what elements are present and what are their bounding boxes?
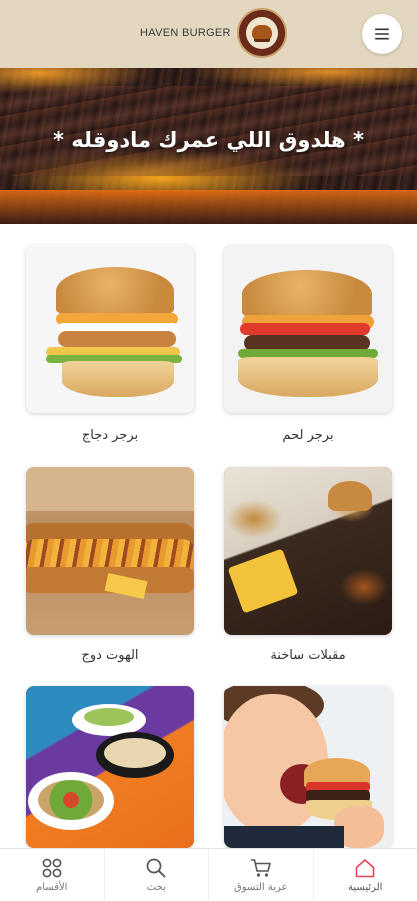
category-label-hot-appetizers[interactable]: مقبلات ساخنة xyxy=(224,648,392,663)
category-card-hot-appetizers[interactable] xyxy=(224,467,392,635)
home-icon xyxy=(354,857,376,879)
beef-burger-photo xyxy=(224,245,392,413)
tab-home[interactable]: الرئيسية xyxy=(314,849,417,901)
salads-photo xyxy=(26,686,194,848)
kid-eating-burger-photo xyxy=(224,686,392,848)
brand-name: HAVEN BURGER xyxy=(140,27,231,39)
category-grid: برجر لحم برجر دجاج مقبلات ساخنة الهو xyxy=(0,224,417,848)
chicken-burger-photo xyxy=(26,245,194,413)
search-icon xyxy=(145,857,167,879)
tab-search-label: بحث xyxy=(147,882,166,893)
tab-cart[interactable]: عربة التسوق xyxy=(209,849,314,901)
bottom-tab-bar: الأقسام بحث عربة التسوق الرئيسية xyxy=(0,848,417,900)
tab-cart-label: عربة التسوق xyxy=(234,882,288,893)
category-card-hot-dog[interactable] xyxy=(26,467,194,635)
brand[interactable]: HAVEN BURGER xyxy=(140,8,287,58)
app-header: HAVEN BURGER xyxy=(0,0,417,68)
category-card-salads[interactable] xyxy=(26,686,194,848)
haven-burger-logo xyxy=(237,8,287,58)
categories-grid-icon xyxy=(41,857,63,879)
tab-categories-label: الأقسام xyxy=(36,882,67,893)
hamburger-menu-icon xyxy=(373,25,391,43)
hero-banner: * هلدوق اللي عمرك مادوقله * xyxy=(0,68,417,224)
hero-title: * هلدوق اللي عمرك مادوقله * xyxy=(0,128,417,152)
category-label-hot-dog[interactable]: الهوت دوج xyxy=(26,648,194,663)
hot-dog-photo xyxy=(26,467,194,635)
tab-home-label: الرئيسية xyxy=(348,882,382,893)
category-label-chicken-burger[interactable]: برجر دجاج xyxy=(26,428,194,443)
category-card-chicken-burger[interactable] xyxy=(26,245,194,413)
tab-search[interactable]: بحث xyxy=(105,849,210,901)
category-card-beef-burger[interactable] xyxy=(224,245,392,413)
category-label-beef-burger[interactable]: برجر لحم xyxy=(224,428,392,443)
tab-categories[interactable]: الأقسام xyxy=(0,849,105,901)
category-card-kids[interactable] xyxy=(224,686,392,848)
cart-icon xyxy=(250,857,272,879)
hot-appetizers-photo xyxy=(224,467,392,635)
menu-button[interactable] xyxy=(362,14,402,54)
